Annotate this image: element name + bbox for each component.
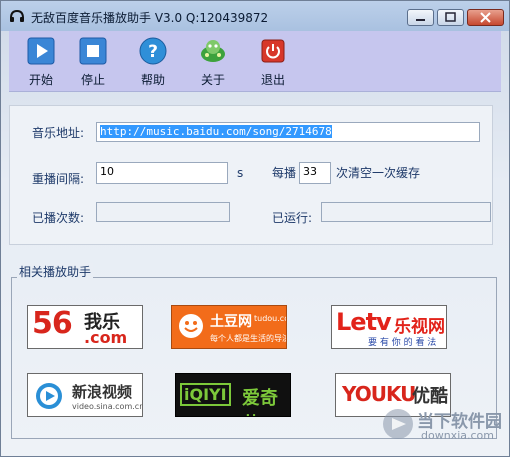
watermark-shield-icon [383,409,413,439]
every-count-input[interactable]: 33 [299,162,331,184]
logo-iqiyi-brand: iQIYI [180,383,231,406]
running-time-field [321,202,491,222]
help-label: 帮助 [140,73,165,87]
maximize-icon [445,12,456,22]
interval-label: 重播间隔: [32,172,85,186]
toolbar: 开始 停止 ? 帮助 关于 退出 [9,31,501,92]
logo-sina-video-name: 新浪视频 [72,383,133,401]
tudou-smile-icon [179,314,203,338]
power-icon [261,39,285,63]
minimize-icon [416,19,425,21]
played-count-field [96,202,230,222]
related-players-title: 相关播放助手 [17,263,94,280]
logo-youku-brand: YOUKU [342,382,416,406]
close-button[interactable] [467,9,504,26]
about-button[interactable]: 关于 [187,35,239,89]
logo-tudou-slogan: 每个人都是生活的导演 [210,334,287,343]
logo-sina-video-domain: video.sina.com.cn [72,402,143,411]
logo-56-number: 56 [32,306,73,341]
logo-letv-button[interactable]: Letv 乐视网 要 有 你 的 看 法 [331,305,447,349]
play-icon [27,37,55,65]
interval-unit: s [237,166,244,180]
app-headphones-icon [10,9,24,22]
url-label: 音乐地址: [32,126,85,140]
sina-video-play-icon [36,383,62,409]
logo-tudou-name: 土豆网 [210,314,252,330]
logo-tudou-button[interactable]: 土豆网 tudou.com 每个人都是生活的导演 [171,305,287,349]
clear-cache-label: 次清空一次缓存 [336,166,421,180]
exit-label: 退出 [260,73,285,87]
every-label: 每播 [272,166,297,180]
interval-input[interactable]: 10 [96,162,228,184]
logo-iqiyi-chinese: 爱奇艺 [242,388,278,416]
stop-button[interactable]: 停止 [67,35,119,89]
logo-56-domain: .com [84,328,128,347]
watermark-domain: downxia.com [421,429,494,442]
app-window: 无敌百度音乐播放助手 V3.0 Q:120439872 开始 停止 ? 帮助 关… [0,0,510,457]
url-value: http://music.baidu.com/song/2714678 [100,125,332,138]
close-icon [480,12,491,23]
downxia-watermark: 当下软件园 downxia.com [381,405,502,445]
about-label: 关于 [200,73,225,87]
title-bar[interactable]: 无敌百度音乐播放助手 V3.0 Q:120439872 [1,1,509,31]
window-title: 无敌百度音乐播放助手 V3.0 Q:120439872 [31,11,269,25]
maximize-button[interactable] [437,9,464,26]
url-input[interactable]: http://music.baidu.com/song/2714678 [96,122,480,142]
stop-icon [79,37,107,65]
exit-button[interactable]: 退出 [247,35,299,89]
logo-tudou-domain: tudou.com [254,314,286,323]
svg-text:?: ? [148,42,158,62]
stop-label: 停止 [80,73,105,87]
logo-letv-slogan: 要 有 你 的 看 法 [368,338,437,348]
settings-panel: 音乐地址: http://music.baidu.com/song/271467… [9,105,493,245]
about-icon [201,40,225,62]
start-button[interactable]: 开始 [15,35,67,89]
minimize-button[interactable] [407,9,434,26]
logo-letv-chinese: 乐视网 [394,317,445,337]
logo-letv-brand: Letv [336,308,392,336]
help-button[interactable]: ? 帮助 [127,35,179,89]
logo-56-button[interactable]: 56 我乐 .com [27,305,143,349]
running-time-label: 已运行: [272,211,313,225]
logo-sina-video-button[interactable]: 新浪视频 video.sina.com.cn [27,373,143,417]
help-icon: ? [139,37,167,65]
logo-iqiyi-button[interactable]: iQIYI 爱奇艺 [175,373,291,417]
start-label: 开始 [28,73,53,87]
played-count-label: 已播次数: [32,211,85,225]
